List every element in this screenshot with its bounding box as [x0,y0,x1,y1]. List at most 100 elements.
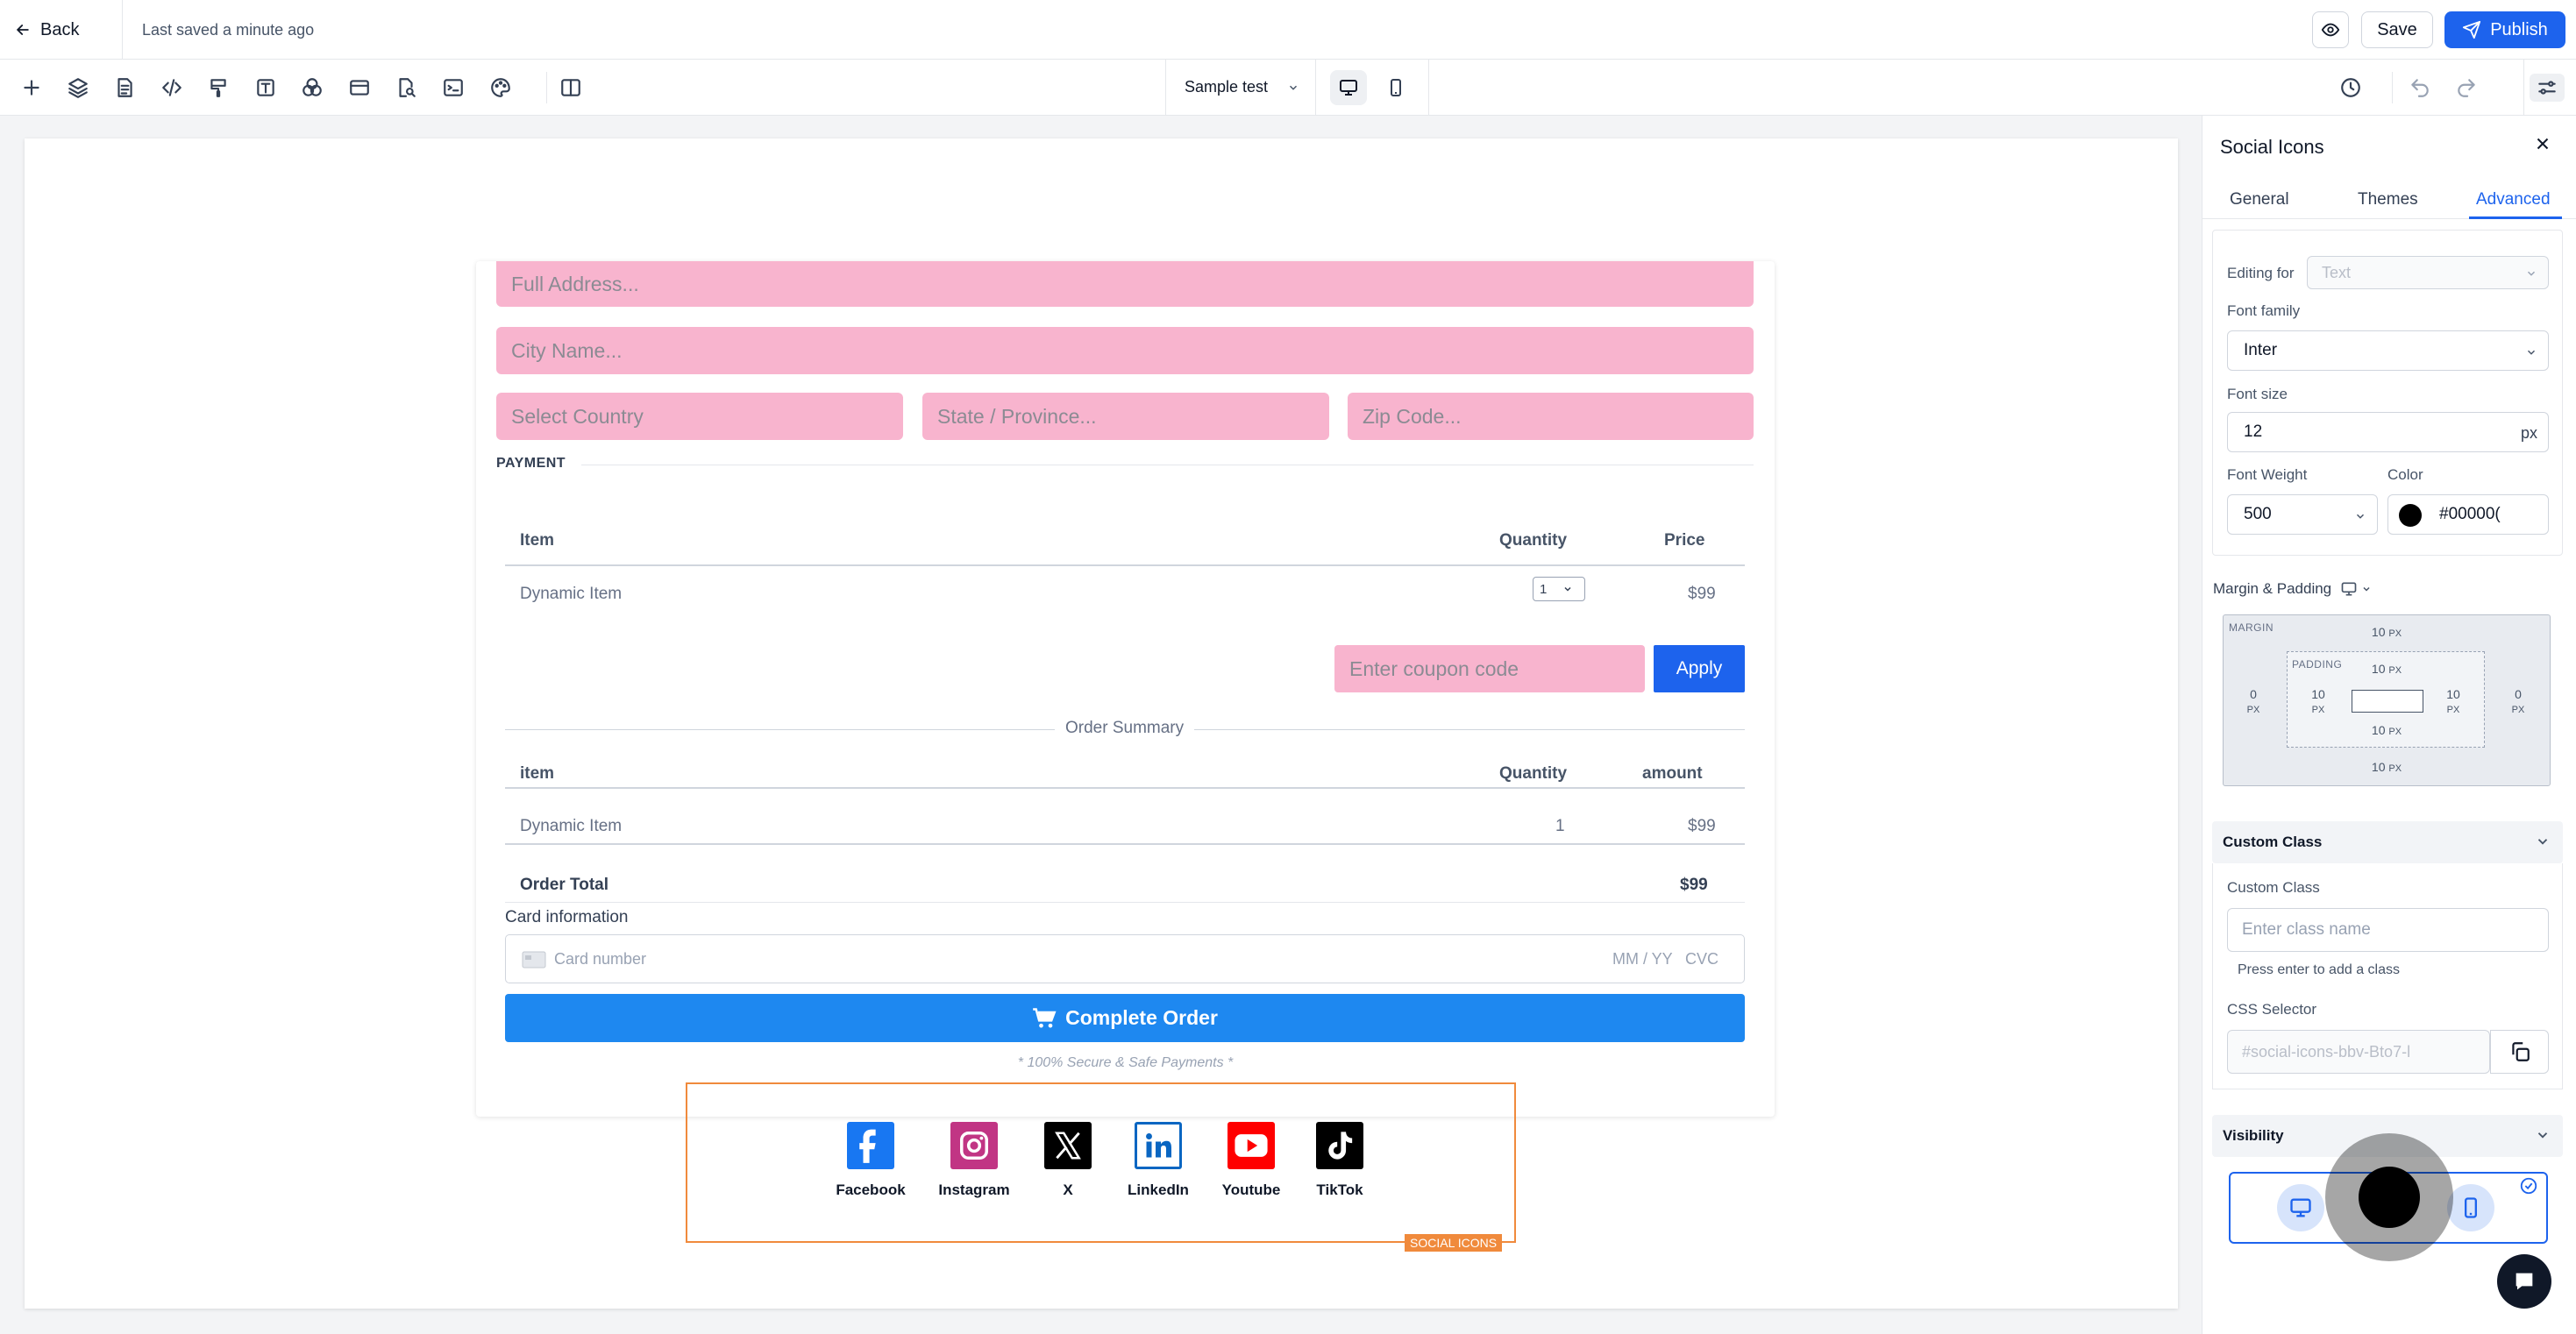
paint-brush-icon[interactable] [204,74,232,102]
youtube-icon [1228,1122,1275,1169]
state-field[interactable]: State / Province... [922,393,1329,440]
payment-heading: PAYMENT [496,456,566,471]
padding-right[interactable]: 10 PX [2440,687,2466,717]
font-family-value: Inter [2244,341,2278,359]
margin-right-value: 0 [2515,687,2522,701]
social-youtube[interactable]: Youtube [1203,1122,1299,1199]
terminal-icon[interactable] [439,74,467,102]
back-label: Back [40,19,80,39]
history-icon[interactable] [2337,74,2365,102]
social-youtube-label: Youtube [1221,1181,1281,1198]
font-weight-select[interactable]: 500 [2227,494,2378,535]
social-linkedin-label: LinkedIn [1128,1181,1189,1198]
order-total-value: $99 [1680,876,1708,894]
margin-right[interactable]: 0 PX [2505,687,2531,717]
split-view-icon[interactable] [557,74,585,102]
browser-window-icon[interactable] [345,74,374,102]
tab-themes[interactable]: Themes [2358,190,2418,209]
divider [505,843,1745,845]
css-selector-input[interactable]: #social-icons-bbv-Bto7-l [2227,1030,2490,1074]
margin-right-unit: PX [2511,705,2525,715]
chevron-down-icon [2535,1127,2551,1143]
font-size-value: 12 [2244,422,2263,441]
font-family-select[interactable]: Inter [2227,330,2549,371]
mobile-view-button[interactable] [1377,70,1414,105]
palette-icon[interactable] [487,74,515,102]
css-selector-label: CSS Selector [2227,1001,2317,1018]
padding-bottom[interactable]: 10 PX [2367,723,2406,739]
undo-icon[interactable] [2406,74,2434,102]
social-linkedin[interactable]: LinkedIn [1110,1122,1206,1199]
coupon-input[interactable]: Enter coupon code [1334,645,1645,692]
margin-top[interactable]: 10 PX [2367,625,2406,641]
monitor-icon [2290,1198,2311,1217]
custom-class-input[interactable]: Enter class name [2227,908,2549,952]
item-price: $99 [1688,585,1716,603]
items-header-item: Item [520,531,555,550]
tab-advanced[interactable]: Advanced [2476,190,2551,209]
close-icon[interactable] [2533,134,2552,153]
summary-header-amount: amount [1642,764,1703,783]
custom-class-section-title: Custom Class [2223,834,2323,850]
editing-for-select[interactable]: Text [2307,256,2549,289]
back-button[interactable]: Back [14,14,93,46]
visibility-mobile-toggle[interactable] [2447,1184,2494,1231]
margin-padding-header[interactable]: Margin & Padding [2213,580,2372,598]
country-select[interactable]: Select Country [496,393,903,440]
page-select[interactable]: Sample test [1185,78,1299,96]
chat-button[interactable] [2497,1254,2551,1309]
divider [1315,60,1316,116]
padding-right-unit: PX [2446,705,2460,715]
city-field[interactable]: City Name... [496,327,1754,374]
divider [505,902,1745,903]
margin-bottom[interactable]: 10 PX [2367,760,2406,776]
social-facebook[interactable]: Facebook [822,1122,919,1199]
text-style-icon[interactable] [252,74,280,102]
margin-left-unit: PX [2246,705,2260,715]
settings-sliders-icon[interactable] [2530,74,2565,102]
color-input[interactable]: #00000( [2387,494,2549,535]
layers-icon[interactable] [64,74,92,102]
copy-selector-button[interactable] [2490,1030,2549,1074]
social-tiktok-label: TikTok [1316,1181,1363,1198]
complete-order-button[interactable]: Complete Order [505,994,1745,1042]
margin-left[interactable]: 0 PX [2240,687,2266,717]
color-blend-icon[interactable] [298,74,326,102]
social-x[interactable]: X [1020,1122,1116,1199]
chevron-down-icon [2535,834,2551,849]
divider [505,564,1745,566]
redo-icon[interactable] [2452,74,2480,102]
padding-bottom-unit: PX [2388,727,2402,737]
add-icon[interactable] [18,74,46,102]
preview-button[interactable] [2312,11,2349,48]
margin-top-value: 10 [2371,625,2386,639]
social-instagram[interactable]: Instagram [926,1122,1022,1199]
desktop-view-button[interactable] [1330,70,1367,105]
zip-field[interactable]: Zip Code... [1348,393,1754,440]
visibility-desktop-toggle[interactable] [2277,1184,2324,1231]
color-swatch[interactable] [2399,504,2422,527]
code-icon[interactable] [158,74,186,102]
quantity-select[interactable]: 1 [1533,577,1585,601]
active-tab-indicator [2469,216,2562,219]
shopping-cart-icon [1033,1007,1057,1027]
padding-top[interactable]: 10 PX [2367,662,2406,678]
full-address-field[interactable]: Full Address... [496,261,1754,307]
padding-left[interactable]: 10 PX [2305,687,2331,717]
apply-coupon-button[interactable]: Apply [1654,645,1745,692]
editor-toolbar: Sample test [0,60,2576,116]
page-search-icon[interactable] [392,74,420,102]
custom-class-section-header[interactable]: Custom Class [2212,821,2563,863]
chevron-down-icon [2527,271,2536,276]
panel-title: Social Icons [2220,136,2324,158]
font-size-input[interactable]: 12 px [2227,412,2549,452]
arrow-left-icon [16,25,29,35]
tab-general[interactable]: General [2230,190,2289,209]
publish-button[interactable]: Publish [2444,11,2565,48]
save-button[interactable]: Save [2361,11,2433,48]
card-number-input[interactable]: Card number MM / YY CVC [505,934,1745,983]
font-size-unit: px [2520,424,2537,442]
social-tiktok[interactable]: TikTok [1292,1122,1388,1199]
pages-icon[interactable] [110,74,139,102]
social-facebook-label: Facebook [836,1181,906,1198]
